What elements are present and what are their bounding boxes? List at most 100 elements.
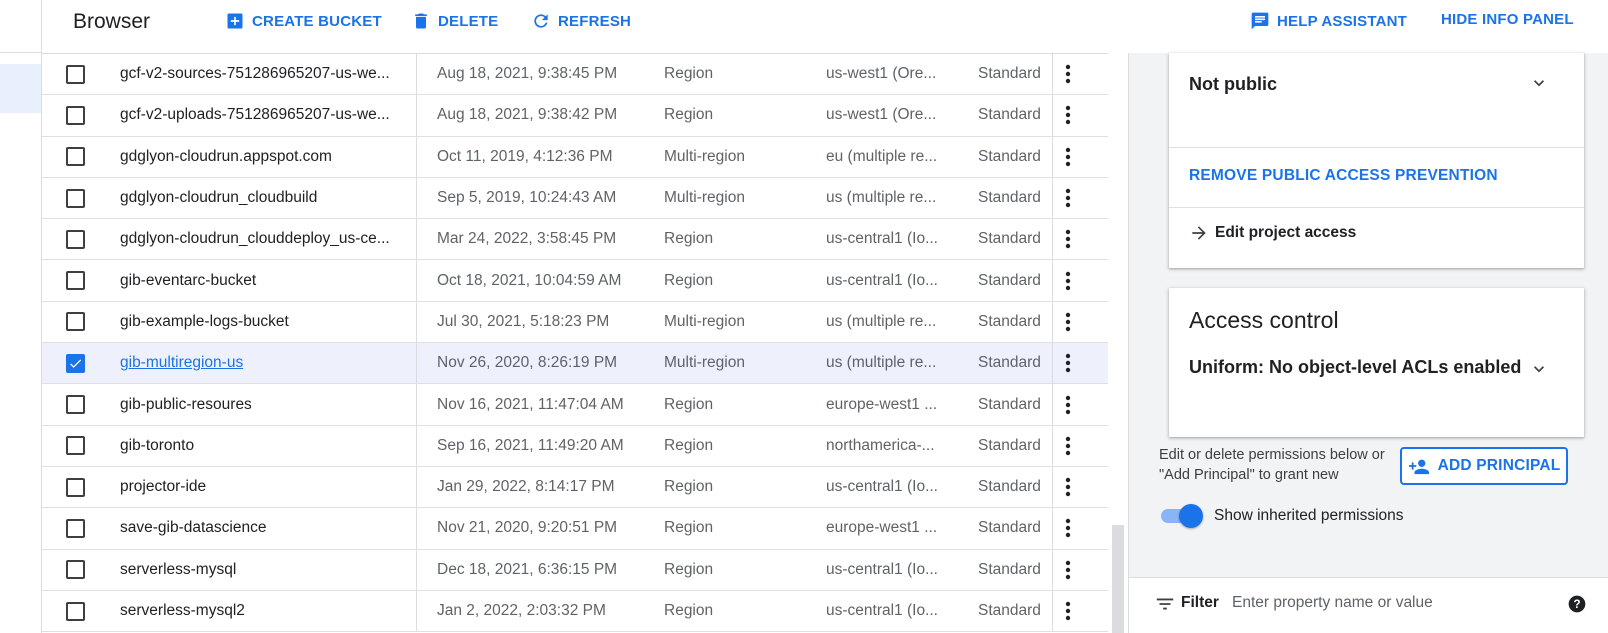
table-row[interactable]: gib-eventarc-bucket Oct 18, 2021, 10:04:… <box>42 260 1108 302</box>
row-more-actions-button[interactable] <box>1057 178 1079 218</box>
row-checkbox[interactable] <box>66 518 85 538</box>
row-checkbox-cell <box>66 260 86 300</box>
bucket-name-link[interactable]: serverless-mysql2 <box>120 591 410 631</box>
bucket-name-link[interactable]: gib-public-resoures <box>120 384 410 424</box>
table-row[interactable]: gcf-v2-uploads-751286965207-us-we... Aug… <box>42 95 1108 137</box>
more-vert-icon <box>1065 64 1071 84</box>
row-more-actions-button[interactable] <box>1057 137 1079 177</box>
bucket-name-link[interactable]: gcf-v2-uploads-751286965207-us-we... <box>120 95 410 135</box>
row-more-actions-button[interactable] <box>1057 591 1079 631</box>
more-vert-icon <box>1065 354 1071 373</box>
access-control-card: Access control Uniform: No object-level … <box>1169 288 1584 437</box>
create-bucket-button[interactable]: CREATE BUCKET <box>225 11 382 31</box>
bucket-name-link[interactable]: gdglyon-cloudrun.appspot.com <box>120 137 410 177</box>
toggle-knob <box>1179 504 1203 528</box>
row-checkbox[interactable] <box>66 271 85 291</box>
location-type-cell: Region <box>664 436 714 454</box>
row-more-actions-button[interactable] <box>1057 219 1079 259</box>
row-more-actions-button[interactable] <box>1057 508 1079 548</box>
row-checkbox[interactable] <box>66 477 85 497</box>
table-row[interactable]: projector-ide Jan 29, 2022, 8:14:17 PM R… <box>42 466 1108 509</box>
storage-class-cell: Standard <box>978 230 1041 248</box>
table-scrollbar-thumb[interactable] <box>1112 525 1124 633</box>
bucket-name-link[interactable]: gib-multiregion-us <box>120 343 410 383</box>
row-more-actions-button[interactable] <box>1057 550 1079 590</box>
table-row[interactable]: gib-example-logs-bucket Jul 30, 2021, 5:… <box>42 301 1108 344</box>
row-checkbox-cell <box>66 384 86 424</box>
location-type-cell: Region <box>664 230 714 248</box>
bucket-name-link[interactable]: gdglyon-cloudrun_cloudbuild <box>120 178 410 218</box>
row-more-actions-button[interactable] <box>1057 260 1079 300</box>
table-row[interactable]: serverless-mysql2 Jan 2, 2022, 2:03:32 P… <box>42 590 1108 633</box>
row-checkbox[interactable] <box>66 147 85 167</box>
refresh-button[interactable]: REFRESH <box>531 11 631 31</box>
filter-input[interactable] <box>1232 590 1532 616</box>
table-row[interactable]: save-gib-datascience Nov 21, 2020, 9:20:… <box>42 508 1108 550</box>
refresh-label: REFRESH <box>558 12 632 30</box>
remove-public-access-prevention-link[interactable]: REMOVE PUBLIC ACCESS PREVENTION <box>1189 167 1498 185</box>
more-vert-icon <box>1065 436 1071 456</box>
show-inherited-toggle[interactable] <box>1159 504 1203 528</box>
row-checkbox-cell <box>66 426 86 466</box>
bucket-name-link[interactable]: gcf-v2-sources-751286965207-us-we... <box>120 54 410 94</box>
row-checkbox[interactable] <box>66 436 85 456</box>
storage-class-cell: Standard <box>978 147 1041 165</box>
table-row[interactable]: gdglyon-cloudrun_cloudbuild Sep 5, 2019,… <box>42 177 1108 220</box>
more-vert-icon <box>1065 477 1071 497</box>
left-rail-selected-item[interactable] <box>0 64 41 113</box>
row-checkbox[interactable] <box>66 312 85 332</box>
table-row[interactable]: gdglyon-cloudrun_clouddeploy_us-ce... Ma… <box>42 219 1108 261</box>
bucket-name-link[interactable]: projector-ide <box>120 467 410 507</box>
storage-class-cell: Standard <box>978 436 1041 454</box>
row-more-actions-button[interactable] <box>1057 95 1079 135</box>
bucket-name-link[interactable]: gib-eventarc-bucket <box>120 260 410 300</box>
row-more-actions-button[interactable] <box>1057 343 1079 383</box>
help-icon[interactable]: ? <box>1567 594 1587 614</box>
delete-button[interactable]: DELETE <box>411 11 498 31</box>
chevron-down-icon[interactable] <box>1529 359 1549 379</box>
table-row[interactable]: gib-toronto Sep 16, 2021, 11:49:20 AM Re… <box>42 425 1108 467</box>
column-divider <box>1052 219 1053 260</box>
table-row[interactable]: gib-multiregion-us Nov 26, 2020, 8:26:19… <box>42 343 1108 385</box>
row-more-actions-button[interactable] <box>1057 302 1079 342</box>
location-type-cell: Multi-region <box>664 189 745 207</box>
more-vert-icon <box>1065 188 1071 208</box>
column-divider <box>1052 301 1053 343</box>
chevron-down-icon[interactable] <box>1529 73 1549 93</box>
bucket-name-link[interactable]: gdglyon-cloudrun_clouddeploy_us-ce... <box>120 219 410 259</box>
created-cell: Jan 29, 2022, 8:14:17 PM <box>437 478 615 496</box>
row-checkbox[interactable] <box>66 601 85 621</box>
row-more-actions-button[interactable] <box>1057 467 1079 507</box>
left-nav-rail <box>0 0 42 633</box>
row-more-actions-button[interactable] <box>1057 54 1079 94</box>
row-checkbox[interactable] <box>66 395 85 415</box>
column-divider <box>416 177 417 219</box>
row-checkbox[interactable] <box>66 188 85 208</box>
row-more-actions-button[interactable] <box>1057 426 1079 466</box>
storage-class-cell: Standard <box>978 65 1041 83</box>
row-checkbox[interactable] <box>66 105 85 125</box>
hide-info-panel-button[interactable]: HIDE INFO PANEL <box>1441 11 1574 28</box>
row-checkbox[interactable] <box>66 560 85 580</box>
table-row[interactable]: gdglyon-cloudrun.appspot.com Oct 11, 201… <box>42 136 1108 178</box>
bucket-name-link[interactable]: gib-example-logs-bucket <box>120 302 410 342</box>
row-checkbox[interactable] <box>66 353 85 373</box>
help-assistant-label: HELP ASSISTANT <box>1277 12 1408 30</box>
info-panel: Not public REMOVE PUBLIC ACCESS PREVENTI… <box>1128 53 1608 633</box>
row-more-actions-button[interactable] <box>1057 384 1079 424</box>
row-checkbox[interactable] <box>66 229 85 249</box>
bucket-name-link[interactable]: serverless-mysql <box>120 550 410 590</box>
bucket-name-link[interactable]: save-gib-datascience <box>120 508 410 548</box>
column-divider <box>416 466 417 508</box>
table-row[interactable]: gcf-v2-sources-751286965207-us-we... Aug… <box>42 54 1108 96</box>
created-cell: Oct 11, 2019, 4:12:36 PM <box>437 147 613 165</box>
table-row[interactable]: gib-public-resoures Nov 16, 2021, 11:47:… <box>42 384 1108 426</box>
row-checkbox[interactable] <box>66 64 85 84</box>
add-principal-button[interactable]: ADD PRINCIPAL <box>1400 447 1568 485</box>
bucket-name-link[interactable]: gib-toronto <box>120 426 410 466</box>
help-assistant-button[interactable]: HELP ASSISTANT <box>1250 11 1407 31</box>
table-row[interactable]: serverless-mysql Dec 18, 2021, 6:36:15 P… <box>42 549 1108 591</box>
edit-project-access-link[interactable]: Edit project access <box>1189 223 1356 243</box>
divider <box>1169 147 1584 148</box>
location-type-cell: Region <box>664 478 714 496</box>
